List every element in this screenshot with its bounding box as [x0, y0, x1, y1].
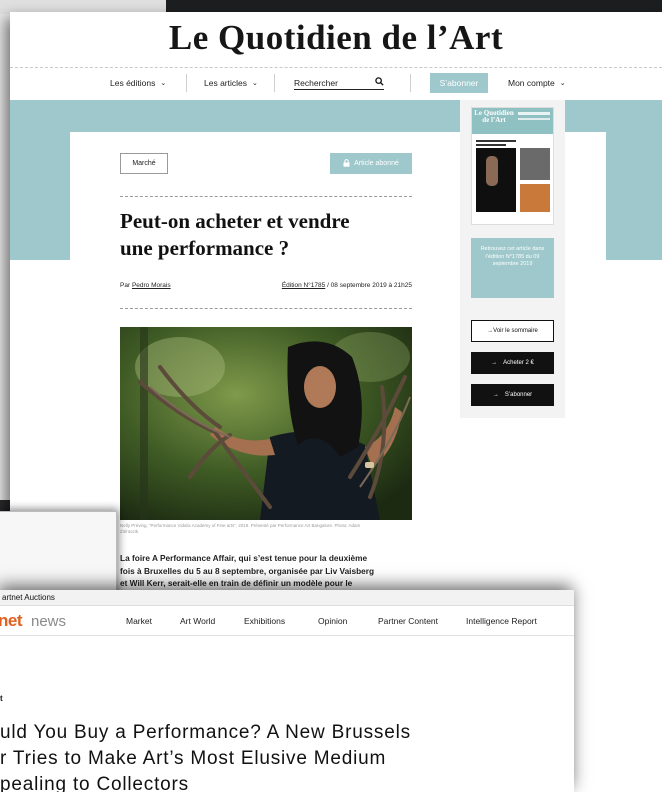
buy-button[interactable]: → Acheter 2 €: [471, 352, 554, 374]
artnet-window: artnet Auctions net news Market Art Worl…: [0, 590, 574, 792]
artnet-title-line: r Tries to Make Art’s Most Elusive Mediu…: [0, 748, 387, 769]
divider: [120, 196, 412, 197]
edition-promo[interactable]: Retrouvez cet article dans l’édition N°1…: [471, 238, 554, 298]
subscribe-sidebar-label: S’abonner: [504, 392, 533, 398]
nav-separator: [186, 74, 187, 92]
edition-line: Édition N°1785 / 08 septembre 2019 à 21h…: [282, 282, 412, 289]
subscriber-badge-label: Article abonné: [354, 160, 399, 167]
by-prefix: Par: [120, 282, 131, 289]
search-input[interactable]: Rechercher: [294, 76, 384, 90]
auctions-link[interactable]: artnet Auctions: [2, 593, 55, 602]
artnet-logo[interactable]: net: [0, 611, 23, 631]
article-lead: La foire A Performance Affair, qui s’est…: [120, 552, 412, 590]
nav-editions-label: Les éditions: [110, 78, 156, 88]
article-title-line: une performance ?: [120, 236, 290, 260]
nav-articles-label: Les articles: [204, 78, 247, 88]
author-line: Par Pedro Morais: [120, 282, 171, 289]
nav-opinion[interactable]: Opinion: [318, 606, 347, 636]
view-summary-label: Voir le sommaire: [493, 328, 538, 334]
nav-account[interactable]: Mon compte ⌄: [508, 72, 578, 94]
search-label: Rechercher: [294, 77, 338, 88]
arrow-right-icon: →: [491, 360, 498, 366]
subscriber-badge: Article abonné: [330, 153, 412, 174]
lock-icon: [343, 158, 350, 169]
nav-editions[interactable]: Les éditions ⌄: [110, 72, 172, 94]
artnet-top-bar: artnet Auctions: [0, 590, 574, 606]
nav-separator: [274, 74, 275, 92]
lead-line: et Will Kerr, serait-elle en train de dé…: [120, 578, 353, 588]
masthead-divider: [10, 67, 662, 68]
category-tag[interactable]: Marché: [120, 153, 168, 174]
edition-cover-thumbnail[interactable]: Le Quotidien de l’Art: [471, 107, 554, 225]
divider: [120, 308, 412, 309]
artnet-title-line: uld You Buy a Performance? A New Brussel…: [0, 722, 411, 743]
nav-partner-content[interactable]: Partner Content: [378, 606, 438, 636]
nav-exhibitions[interactable]: Exhibitions: [244, 606, 285, 636]
chevron-down-icon: ⌄: [252, 80, 258, 87]
nav-separator: [410, 74, 411, 92]
chevron-down-icon: ⌄: [160, 80, 167, 87]
cover-photo: [520, 184, 550, 212]
cover-photo: [520, 148, 550, 180]
article-title: Peut-on acheter et vendre une performanc…: [120, 208, 420, 262]
search-icon: [375, 77, 384, 88]
artnet-nav: net news Market Art World Exhibitions Op…: [0, 606, 574, 636]
nav-intelligence-report[interactable]: Intelligence Report: [466, 606, 537, 636]
subscribe-nav-button[interactable]: S’abonner: [430, 73, 488, 93]
artnet-title-line: pealing to Collectors: [0, 774, 189, 792]
lead-line: fois à Bruxelles du 5 au 8 septembre, or…: [120, 565, 375, 576]
artnet-article-title: uld You Buy a Performance? A New Brussel…: [0, 720, 574, 792]
site-masthead[interactable]: Le Quotidien de l’Art: [10, 18, 662, 58]
author-link[interactable]: Pedro Morais: [132, 282, 171, 289]
lead-line: La foire A Performance Affair, qui s’est…: [120, 553, 368, 563]
main-nav: Les éditions ⌄ Les articles ⌄ Rechercher…: [10, 72, 662, 94]
photo-caption: Nelly Préving, “Performance Vidalix Acad…: [120, 523, 361, 534]
article-photo: [120, 327, 412, 520]
cover-title: Le Quotidien de l’Art: [474, 109, 514, 124]
publish-date: / 08 septembre 2019 à 21h25: [327, 282, 412, 289]
edition-link[interactable]: Édition N°1785: [282, 282, 325, 289]
article-title-line: Peut-on acheter et vendre: [120, 209, 350, 233]
nav-account-label: Mon compte: [508, 78, 555, 88]
nav-market[interactable]: Market: [126, 606, 152, 636]
subscribe-sidebar-button[interactable]: → S’abonner: [471, 384, 554, 406]
buy-button-label: Acheter 2 €: [503, 360, 534, 366]
nav-articles[interactable]: Les articles ⌄: [204, 72, 266, 94]
view-summary-button[interactable]: → Voir le sommaire: [471, 320, 554, 342]
artnet-logo-news[interactable]: news: [31, 613, 66, 630]
nav-art-world[interactable]: Art World: [180, 606, 215, 636]
chevron-down-icon: ⌄: [559, 80, 566, 87]
article-kicker[interactable]: t: [0, 694, 3, 703]
arrow-right-icon: →: [492, 392, 499, 398]
